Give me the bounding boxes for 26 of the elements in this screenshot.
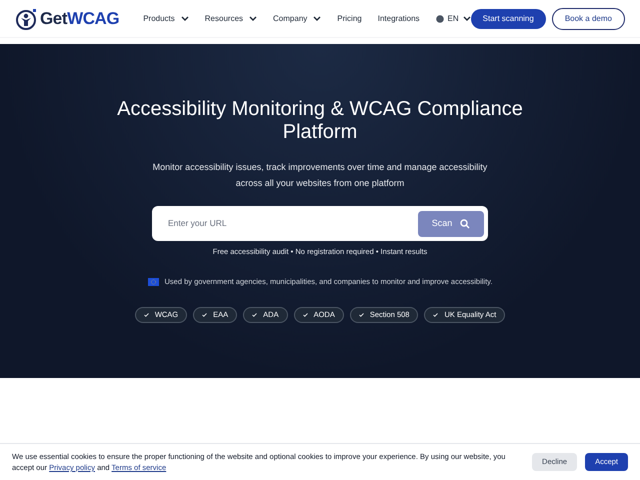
chevron-down-icon: [313, 16, 322, 21]
eu-flag-icon: [148, 278, 159, 286]
chevron-down-icon: [462, 16, 471, 21]
scan-button[interactable]: Scan: [418, 210, 484, 236]
url-field[interactable]: Enter your URL Scan: [152, 206, 488, 241]
search-icon: [460, 218, 470, 228]
check-icon: [302, 312, 308, 316]
check-icon: [144, 312, 149, 316]
check-icon: [433, 312, 438, 316]
check-icon: [252, 312, 258, 316]
check-icon: [358, 312, 364, 316]
language-selector[interactable]: EN: [436, 12, 471, 24]
start-scanning-button[interactable]: Start scanning: [470, 8, 546, 28]
chevron-down-icon: [180, 16, 189, 21]
chevron-down-icon: [249, 16, 258, 21]
person-logo-icon: [16, 8, 38, 30]
nav-dropdown[interactable]: Products: [143, 12, 189, 24]
logo-text[interactable]: GetWCAG: [40, 6, 120, 32]
nav-dropdown[interactable]: Resources: [204, 12, 258, 24]
nav-link[interactable]: Pricing: [337, 12, 362, 24]
book-demo-button[interactable]: Book a demo: [552, 8, 625, 30]
nav-dropdown[interactable]: Company: [273, 12, 322, 24]
check-icon: [202, 312, 208, 316]
hero-subtitle: Monitor accessibility issues, track improvements over time and manage accessibility across all your websites from one platform: [152, 161, 488, 190]
hero-title: Accessibility Monitoring & WCAG Compliance Platform: [116, 98, 524, 144]
nav-link[interactable]: Integrations: [378, 12, 420, 24]
